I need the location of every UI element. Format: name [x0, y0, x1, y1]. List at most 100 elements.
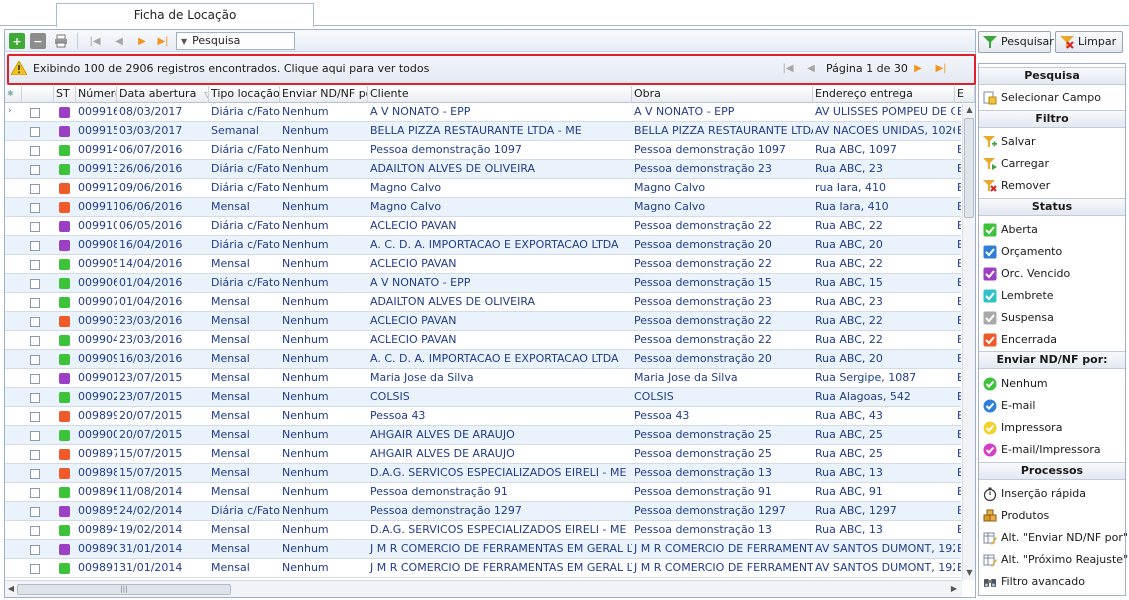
horizontal-scroll-thumb[interactable]: ||| — [17, 584, 231, 595]
table-row[interactable]: 009909 16/03/2016 Mensal Nenhum A. C. D. A. … — [5, 350, 961, 369]
row-checkbox[interactable] — [30, 222, 40, 232]
row-checkbox[interactable] — [30, 108, 40, 118]
vertical-scroll-thumb[interactable] — [964, 118, 974, 218]
sidebar-item-filtro-avancado[interactable]: Filtro avancado — [979, 571, 1125, 593]
table-row[interactable]: 009894 19/02/2014 Mensal Nenhum D.A.G. SERVI… — [5, 521, 961, 540]
print-icon[interactable] — [53, 33, 69, 49]
table-row[interactable]: 009913 26/06/2016 Diária c/Fator Nenhum ADAI… — [5, 160, 961, 179]
next-record-icon[interactable]: ▶ — [134, 33, 150, 49]
row-checkbox[interactable] — [30, 241, 40, 251]
sidebar-item-status-1[interactable]: Orçamento — [979, 241, 1125, 263]
header-tipo-locacao[interactable]: Tipo locação — [209, 86, 280, 103]
sidebar-item-status-4[interactable]: Suspensa — [979, 307, 1125, 329]
scroll-down-icon[interactable]: ▼ — [964, 567, 975, 579]
table-row[interactable]: 009895 24/02/2014 Diária c/Fator Nenhum Pess… — [5, 502, 961, 521]
table-row[interactable]: 009898 15/07/2015 Mensal Nenhum D.A.G. SERVI… — [5, 464, 961, 483]
row-checkbox[interactable] — [30, 450, 40, 460]
table-row[interactable]: 009902 23/07/2015 Mensal Nenhum COLSIS COLSIS… — [5, 388, 961, 407]
table-row[interactable]: 009910 06/05/2016 Diária c/Fator Nenhum ACLE… — [5, 217, 961, 236]
row-checkbox[interactable] — [30, 165, 40, 175]
vertical-scrollbar[interactable]: ▲ ▼ — [962, 104, 975, 580]
row-checkbox[interactable] — [30, 317, 40, 327]
sidebar-item-enviar-0[interactable]: Nenhum — [979, 373, 1125, 395]
row-checkbox[interactable] — [30, 127, 40, 137]
sidebar-item-alt-enviar[interactable]: Alt. "Enviar ND/NF por" — [979, 527, 1128, 549]
previous-record-icon[interactable]: ◀ — [111, 33, 127, 49]
table-row[interactable]: 009914 06/07/2016 Diária c/Fator Nenhum Pess… — [5, 141, 961, 160]
sidebar-item-remover[interactable]: Remover — [979, 175, 1125, 197]
table-row[interactable]: 009903 23/03/2016 Mensal Nenhum ACLECIO PAVA… — [5, 312, 961, 331]
sidebar-item-produtos[interactable]: Produtos — [979, 505, 1125, 527]
last-record-icon[interactable]: ▶| — [155, 33, 171, 49]
table-row[interactable]: 009907 01/04/2016 Mensal Nenhum ADAILTON ALV… — [5, 293, 961, 312]
row-checkbox[interactable] — [30, 488, 40, 498]
header-endereco[interactable]: Endereço entrega — [813, 86, 955, 103]
products-icon — [983, 509, 997, 522]
pesquisar-button[interactable]: Pesquisar — [978, 31, 1054, 53]
table-row[interactable]: › 009916 08/03/2017 Diária c/Fator Nenhum A V… — [5, 103, 961, 122]
scroll-left-icon[interactable]: ◀ — [6, 583, 16, 595]
row-checkbox[interactable] — [30, 374, 40, 384]
scroll-up-icon[interactable]: ▲ — [964, 104, 975, 116]
scroll-right-icon[interactable]: ▶ — [949, 583, 959, 595]
row-checkbox[interactable] — [30, 355, 40, 365]
sidebar-item-selecionar-campo[interactable]: Selecionar Campo — [979, 87, 1125, 109]
table-row[interactable]: 009904 23/03/2016 Mensal Nenhum ACLECIO PAVA… — [5, 331, 961, 350]
sidebar-item-status-2[interactable]: Orc. Vencido — [979, 263, 1125, 285]
table-row[interactable]: 009891 31/01/2014 Mensal Nenhum J M R COMERC… — [5, 559, 961, 578]
row-checkbox[interactable] — [30, 184, 40, 194]
sidebar-item-insercao-rapida[interactable]: Inserção rápida — [979, 483, 1125, 505]
search-dropdown[interactable]: ▼ Pesquisa — [176, 32, 295, 50]
sidebar-item-carregar[interactable]: Carregar — [979, 153, 1125, 175]
table-row[interactable]: 009912 09/06/2016 Diária c/Fator Nenhum Magn… — [5, 179, 961, 198]
table-row[interactable]: 009908 16/04/2016 Diária c/Fator Nenhum A. C… — [5, 236, 961, 255]
row-checkbox[interactable] — [30, 279, 40, 289]
table-row[interactable]: 009899 20/07/2015 Mensal Nenhum Pessoa 43 Pes… — [5, 407, 961, 426]
row-checkbox[interactable] — [30, 469, 40, 479]
header-st[interactable]: ST — [54, 86, 76, 103]
row-checkbox[interactable] — [30, 298, 40, 308]
sidebar-item-status-0[interactable]: Aberta — [979, 219, 1125, 241]
sidebar-item-enviar-1[interactable]: E-mail — [979, 395, 1125, 417]
remove-icon[interactable]: − — [30, 33, 46, 49]
table-row[interactable]: 009897 15/07/2015 Mensal Nenhum AHGAIR ALVES… — [5, 445, 961, 464]
row-checkbox[interactable] — [30, 564, 40, 574]
table-row[interactable]: 009905 14/04/2016 Mensal Nenhum ACLECIO PAVA… — [5, 255, 961, 274]
header-checkbox[interactable] — [22, 86, 54, 103]
header-e[interactable]: E — [955, 86, 975, 103]
row-selector-header[interactable]: ✱ — [5, 86, 22, 103]
header-obra[interactable]: Obra — [632, 86, 813, 103]
header-data-abertura[interactable]: Data abertura▽ — [117, 86, 209, 103]
sidebar-item-alt-reajuste[interactable]: Alt. "Próximo Reajuste" — [979, 549, 1128, 571]
row-checkbox[interactable] — [30, 545, 40, 555]
table-row[interactable]: 009911 06/06/2016 Mensal Nenhum Magno Calvo M… — [5, 198, 961, 217]
row-checkbox[interactable] — [30, 336, 40, 346]
header-cliente[interactable]: Cliente — [368, 86, 632, 103]
first-record-icon[interactable]: |◀ — [87, 33, 103, 49]
row-checkbox[interactable] — [30, 393, 40, 403]
table-row[interactable]: 009901 23/07/2015 Mensal Nenhum Maria Jose d… — [5, 369, 961, 388]
table-row[interactable]: 009900 20/07/2015 Mensal Nenhum AHGAIR ALVES… — [5, 426, 961, 445]
sidebar-item-enviar-3[interactable]: E-mail/Impressora — [979, 439, 1125, 461]
row-checkbox[interactable] — [30, 526, 40, 536]
limpar-button[interactable]: Limpar — [1055, 31, 1123, 53]
row-checkbox[interactable] — [30, 203, 40, 213]
row-checkbox[interactable] — [30, 146, 40, 156]
table-row[interactable]: 009906 01/04/2016 Diária c/Fator Nenhum A V … — [5, 274, 961, 293]
row-checkbox[interactable] — [30, 260, 40, 270]
row-checkbox[interactable] — [30, 431, 40, 441]
header-numero[interactable]: Número — [76, 86, 117, 103]
sidebar-item-enviar-2[interactable]: Impressora — [979, 417, 1125, 439]
header-enviar[interactable]: Enviar ND/NF por — [280, 86, 368, 103]
table-row[interactable]: 009896 11/08/2014 Mensal Nenhum Pessoa demon… — [5, 483, 961, 502]
row-checkbox[interactable] — [30, 507, 40, 517]
table-row[interactable]: 009890 31/01/2014 Mensal Nenhum J M R COMERC… — [5, 540, 961, 559]
sidebar-item-salvar[interactable]: Salvar — [979, 131, 1125, 153]
add-icon[interactable]: + — [9, 33, 25, 49]
sidebar-item-status-3[interactable]: Lembrete — [979, 285, 1125, 307]
sidebar-item-status-5[interactable]: Encerrada — [979, 329, 1125, 351]
horizontal-scrollbar[interactable]: ◀ ||| ▶ — [5, 580, 962, 597]
row-checkbox[interactable] — [30, 412, 40, 422]
table-row[interactable]: 009915 03/03/2017 Semanal Nenhum BELLA PIZZA… — [5, 122, 961, 141]
tab-ficha-locacao[interactable]: Ficha de Locação — [56, 3, 314, 27]
